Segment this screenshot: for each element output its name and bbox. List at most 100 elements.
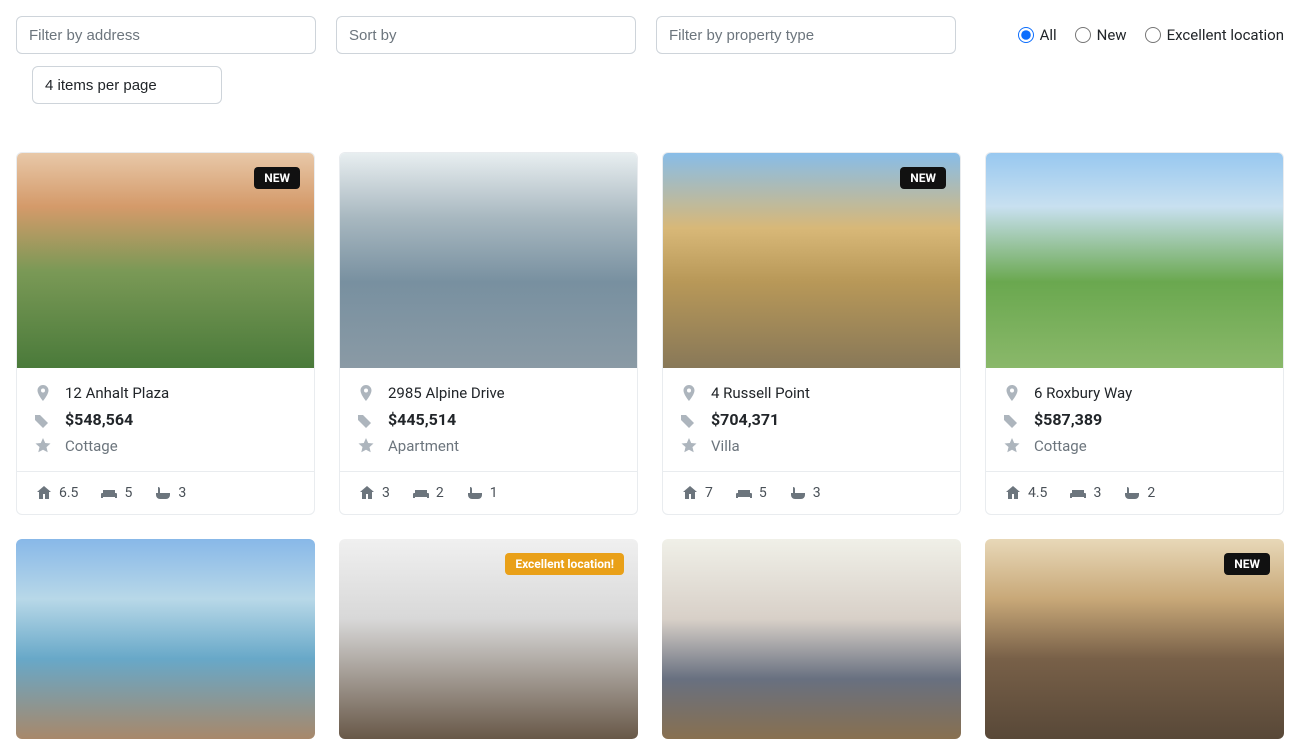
card-body: 6 Roxbury Way $587,389 Cottage — [986, 368, 1283, 471]
sofa-icon — [735, 484, 753, 502]
stat-bath: 1 — [466, 484, 498, 502]
listing-card[interactable]: Excellent location! — [339, 539, 638, 739]
listing-address: 6 Roxbury Way — [1034, 384, 1132, 402]
bath-icon — [154, 484, 172, 502]
listing-address: 4 Russell Point — [711, 384, 810, 402]
listing-image — [662, 539, 961, 739]
house-icon — [1004, 484, 1022, 502]
listing-address: 2985 Alpine Drive — [388, 384, 505, 402]
listing-type: Cottage — [1034, 437, 1087, 455]
stat-bath-value: 1 — [490, 485, 498, 501]
stat-area: 6.5 — [35, 484, 78, 502]
star-icon — [35, 438, 51, 454]
radio-excellent-input[interactable] — [1145, 27, 1161, 43]
radio-all-input[interactable] — [1018, 27, 1034, 43]
radio-excellent-label: Excellent location — [1167, 26, 1284, 44]
card-body: 4 Russell Point $704,371 Villa — [663, 368, 960, 471]
listing-type: Apartment — [388, 437, 459, 455]
badge-excellent: Excellent location! — [505, 553, 624, 575]
stat-area: 3 — [358, 484, 390, 502]
star-icon — [358, 438, 374, 454]
tag-icon — [1004, 412, 1020, 428]
stat-area-value: 3 — [382, 485, 390, 501]
star-icon — [681, 438, 697, 454]
stat-sofa-value: 3 — [1093, 485, 1101, 501]
pin-icon — [35, 385, 51, 401]
listing-card[interactable] — [16, 539, 315, 739]
card-footer: 4.5 3 2 — [986, 471, 1283, 514]
radio-all-label: All — [1040, 26, 1057, 44]
badge-new: NEW — [1224, 553, 1270, 575]
badge-new: NEW — [254, 167, 300, 189]
card-body: 12 Anhalt Plaza $548,564 Cottage — [17, 368, 314, 471]
pin-icon — [681, 385, 697, 401]
card-body: 2985 Alpine Drive $445,514 Apartment — [340, 368, 637, 471]
listing-card[interactable]: 2985 Alpine Drive $445,514 Apartment 3 2 — [339, 152, 638, 515]
stat-bath-value: 3 — [178, 485, 186, 501]
stat-bath: 3 — [789, 484, 821, 502]
listing-image: NEW — [663, 153, 960, 368]
badge-new: NEW — [900, 167, 946, 189]
filter-radio-group: All New Excellent location — [1018, 26, 1284, 44]
listing-address: 12 Anhalt Plaza — [65, 384, 169, 402]
listings-grid: NEW 12 Anhalt Plaza $548,564 Cottage 6.5 — [16, 152, 1284, 739]
stat-bath: 2 — [1123, 484, 1155, 502]
sort-by-select[interactable]: Sort by — [336, 16, 636, 54]
listing-image: NEW — [17, 153, 314, 368]
listing-card[interactable]: NEW 4 Russell Point $704,371 Villa 7 — [662, 152, 961, 515]
stat-sofa-value: 5 — [124, 485, 132, 501]
listing-card[interactable] — [662, 539, 961, 739]
stat-sofa: 2 — [412, 484, 444, 502]
tag-icon — [358, 412, 374, 428]
filters-bar: Sort by Filter by property type All New … — [16, 16, 1284, 54]
house-icon — [35, 484, 53, 502]
listing-price: $587,389 — [1034, 410, 1102, 429]
stat-sofa-value: 5 — [759, 485, 767, 501]
house-icon — [358, 484, 376, 502]
stat-area: 7 — [681, 484, 713, 502]
card-footer: 6.5 5 3 — [17, 471, 314, 514]
stat-sofa: 5 — [100, 484, 132, 502]
listing-image: Excellent location! — [339, 539, 638, 739]
sofa-icon — [412, 484, 430, 502]
listing-image — [16, 539, 315, 739]
listing-card[interactable]: NEW 12 Anhalt Plaza $548,564 Cottage 6.5 — [16, 152, 315, 515]
stat-sofa: 3 — [1069, 484, 1101, 502]
listing-card[interactable]: 6 Roxbury Way $587,389 Cottage 4.5 3 — [985, 152, 1284, 515]
listing-card[interactable]: NEW — [985, 539, 1284, 739]
stat-bath: 3 — [154, 484, 186, 502]
tag-icon — [681, 412, 697, 428]
sofa-icon — [100, 484, 118, 502]
stat-area-value: 4.5 — [1028, 485, 1047, 501]
stat-bath-value: 3 — [813, 485, 821, 501]
sofa-icon — [1069, 484, 1087, 502]
listing-price: $548,564 — [65, 410, 133, 429]
listing-price: $704,371 — [711, 410, 779, 429]
filter-type-select[interactable]: Filter by property type — [656, 16, 956, 54]
listing-type: Villa — [711, 437, 740, 455]
bath-icon — [1123, 484, 1141, 502]
radio-excellent[interactable]: Excellent location — [1145, 26, 1284, 44]
filter-address-input[interactable] — [16, 16, 316, 54]
pin-icon — [358, 385, 374, 401]
stat-sofa-value: 2 — [436, 485, 444, 501]
card-footer: 3 2 1 — [340, 471, 637, 514]
radio-new[interactable]: New — [1075, 26, 1127, 44]
radio-all[interactable]: All — [1018, 26, 1057, 44]
radio-new-label: New — [1097, 26, 1127, 44]
pager-row: 4 items per page — [32, 66, 1284, 104]
house-icon — [681, 484, 699, 502]
stat-area-value: 6.5 — [59, 485, 78, 501]
stat-area: 4.5 — [1004, 484, 1047, 502]
stat-area-value: 7 — [705, 485, 713, 501]
listing-price: $445,514 — [388, 410, 456, 429]
listing-image — [986, 153, 1283, 368]
listing-image — [340, 153, 637, 368]
tag-icon — [35, 412, 51, 428]
radio-new-input[interactable] — [1075, 27, 1091, 43]
stat-bath-value: 2 — [1147, 485, 1155, 501]
listing-type: Cottage — [65, 437, 118, 455]
listing-image: NEW — [985, 539, 1284, 739]
bath-icon — [789, 484, 807, 502]
items-per-page-select[interactable]: 4 items per page — [32, 66, 222, 104]
